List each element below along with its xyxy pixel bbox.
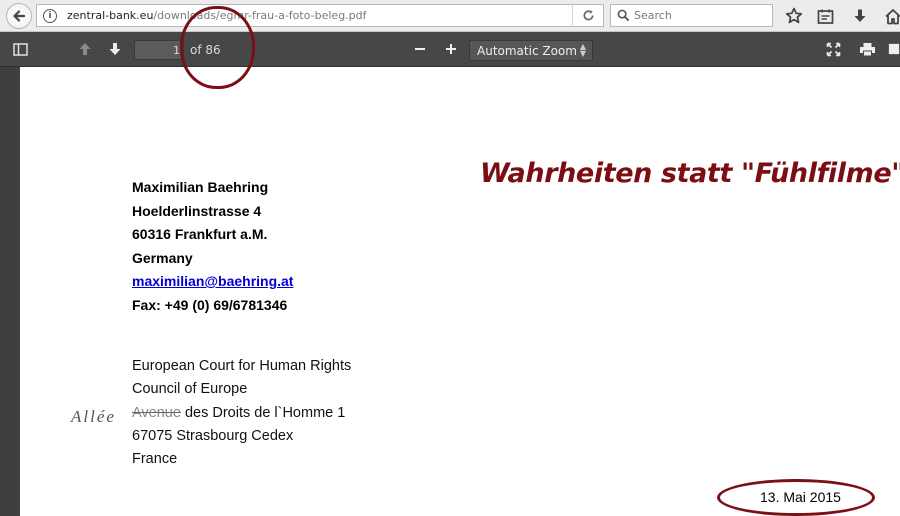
back-arrow-icon <box>13 10 26 22</box>
back-button[interactable] <box>6 3 32 29</box>
star-icon <box>785 7 803 24</box>
recipient-line-1: European Court for Human Rights <box>132 358 352 374</box>
search-bar[interactable] <box>610 4 773 27</box>
pdf-page: Wahrheiten statt "Fühlfilme" Maximilian … <box>20 67 900 516</box>
chevron-updown-icon: ▲ ▼ <box>579 42 586 58</box>
sidebar-toggle-icon <box>12 42 28 56</box>
sender-city: 60316 Frankfurt a.M. <box>132 226 268 242</box>
struck-word: Avenue <box>132 404 181 421</box>
recipient-street-rest: des Droits de l`Homme 1 <box>180 404 346 421</box>
sidebar-toggle-button[interactable] <box>9 39 31 59</box>
download-pdf-button[interactable] <box>888 39 900 59</box>
recipient-city: 67075 Strasbourg Cedex <box>132 427 294 444</box>
save-icon <box>888 43 900 55</box>
url-path: /downloads/egmr-frau-a-foto-beleg.pdf <box>153 9 367 22</box>
zoom-out-button[interactable] <box>409 39 431 59</box>
print-button[interactable] <box>856 39 878 59</box>
sender-name: Maximilian Baehring <box>132 179 269 195</box>
sender-email-link[interactable]: maximilian@baehring.at <box>132 273 293 289</box>
reload-icon <box>583 10 594 21</box>
zoom-select-value: Automatic Zoom <box>477 43 577 58</box>
arrow-down-icon <box>109 43 121 55</box>
recipient-line-2: Council of Europe <box>132 381 248 398</box>
bookmark-star-button[interactable] <box>784 6 804 26</box>
minus-icon <box>415 48 425 50</box>
info-icon[interactable]: i <box>43 8 57 23</box>
zoom-in-button[interactable] <box>440 39 462 59</box>
browser-navbar: i zentral-bank.eu/downloads/egmr-frau-a-… <box>0 0 900 32</box>
previous-page-button[interactable] <box>74 39 96 59</box>
sender-street: Hoelderlinstrasse 4 <box>132 202 262 219</box>
recipient-address: European Court for Human Rights Council … <box>132 355 351 471</box>
url-bar[interactable]: i zentral-bank.eu/downloads/egmr-frau-a-… <box>36 4 604 27</box>
recipient-country: France <box>132 451 178 468</box>
reload-button[interactable] <box>572 5 603 26</box>
presentation-mode-button[interactable] <box>822 39 844 59</box>
next-page-button[interactable] <box>104 39 126 59</box>
document-headline: Wahrheiten statt "Fühlfilme" <box>480 158 900 189</box>
pdf-viewer-container[interactable]: Wahrheiten statt "Fühlfilme" Maximilian … <box>0 67 900 516</box>
handwritten-correction: Allée <box>71 407 116 426</box>
recipient-street: Avenue des Droits de l`Homme 1 <box>132 402 351 425</box>
page-count-annotation-circle <box>180 6 255 89</box>
url-domain: zentral-bank.eu <box>67 9 154 22</box>
printer-icon <box>859 42 875 56</box>
reading-list-button[interactable] <box>815 6 835 26</box>
sender-address: Maximilian Baehring Hoelderlinstrasse 4 … <box>132 176 293 317</box>
downloads-button[interactable] <box>850 6 870 26</box>
sender-fax: Fax: +49 (0) 69/6781346 <box>132 296 288 313</box>
page-number-input[interactable] <box>134 40 184 60</box>
plus-icon <box>446 44 456 54</box>
sender-country: Germany <box>132 249 193 266</box>
download-icon <box>854 9 866 22</box>
search-input[interactable] <box>634 9 754 22</box>
fullscreen-icon <box>826 42 840 56</box>
home-button[interactable] <box>883 6 900 26</box>
date-annotation-circle <box>717 479 875 516</box>
reading-list-icon <box>817 9 833 24</box>
search-icon <box>617 9 630 22</box>
home-icon <box>885 8 900 24</box>
zoom-select[interactable]: Automatic Zoom ▲ ▼ <box>469 40 593 61</box>
arrow-up-icon <box>79 43 91 55</box>
